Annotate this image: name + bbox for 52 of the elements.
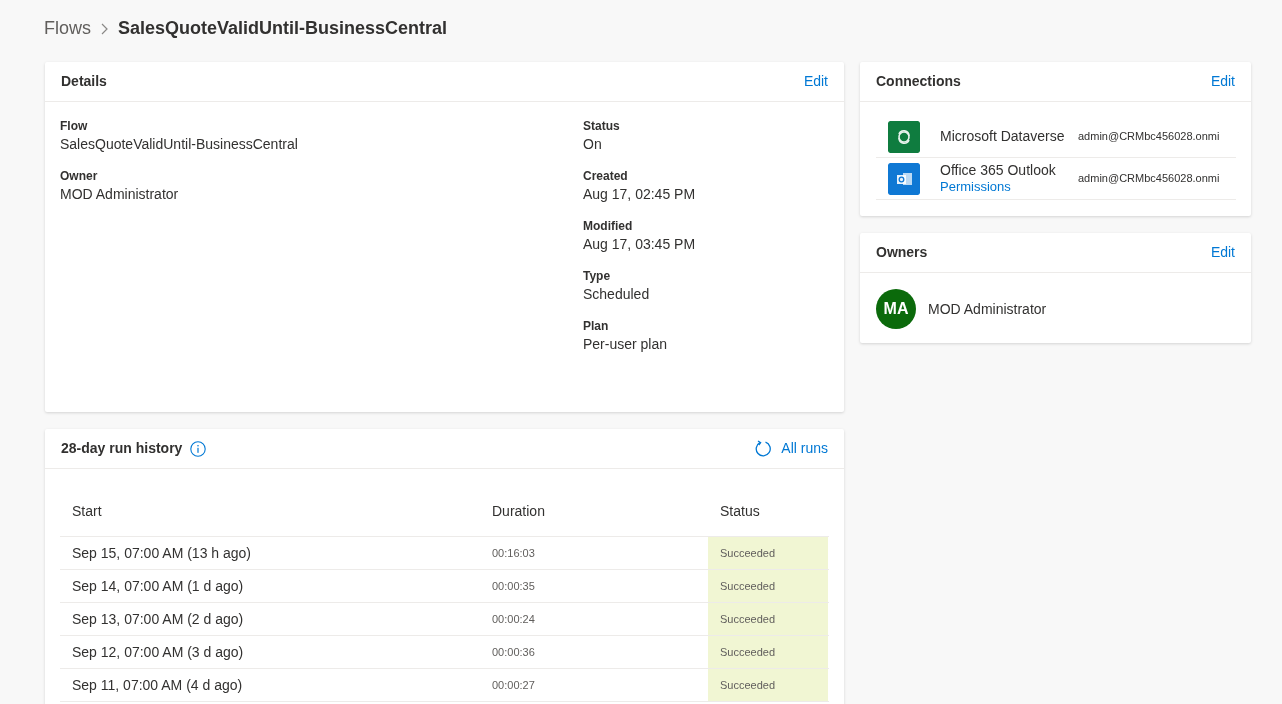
info-icon[interactable]	[190, 440, 207, 457]
status-cell: Succeeded	[708, 570, 828, 602]
card-title: 28-day run history	[61, 439, 183, 458]
connection-name: Office 365 Outlook	[940, 162, 1057, 179]
duration-cell-text: 00:00:36	[491, 644, 536, 660]
field-value: MOD Administrator	[60, 185, 180, 204]
account-email: admin@CRMbc456028.onmi	[1078, 171, 1220, 187]
edit-link[interactable]: Edit	[1210, 242, 1235, 263]
duration-cell-text: 00:00:35	[491, 578, 536, 594]
start-time-cell-text: Sep 12, 07:00 AM (3 d ago)	[71, 642, 245, 662]
column-header: Status	[719, 501, 761, 521]
start-time-cell-text: Sep 14, 07:00 AM (1 d ago)	[71, 576, 245, 596]
refresh-icon	[755, 439, 773, 458]
connection-name: Microsoft Dataverse	[940, 128, 1066, 145]
card-title: Owners	[876, 243, 928, 262]
start-time-cell-text: Sep 13, 07:00 AM (2 d ago)	[71, 609, 245, 629]
permissions-link[interactable]: Permissions	[940, 179, 1078, 195]
owner-name: MOD Administrator	[928, 299, 1047, 319]
card-title: Connections	[876, 72, 961, 91]
breadcrumb-link[interactable]: Flows	[44, 15, 91, 42]
status-cell: Succeeded	[708, 669, 828, 701]
field-value: Scheduled	[583, 285, 651, 304]
chevron-right-icon	[101, 22, 108, 35]
field-value: SalesQuoteValidUntil-BusinessCentral	[60, 135, 299, 154]
status-cell: Succeeded	[708, 603, 828, 635]
field-value: Aug 17, 02:45 PM	[583, 185, 697, 204]
field-label: Modified	[583, 218, 634, 234]
column-header: Duration	[491, 501, 546, 521]
avatar-initials: MA	[876, 289, 916, 329]
status-cell: Succeeded	[708, 636, 828, 668]
status-cell: Succeeded	[708, 537, 828, 569]
field-label: Plan	[583, 318, 610, 334]
duration-cell-text: 00:00:27	[491, 677, 536, 693]
account-email: admin@CRMbc456028.onmi	[1078, 129, 1220, 145]
field-label: Created	[583, 168, 629, 184]
start-time-cell-text: Sep 15, 07:00 AM (13 h ago)	[71, 543, 252, 563]
edit-link[interactable]: Edit	[803, 71, 828, 92]
field-label: Status	[583, 118, 621, 134]
field-label: Flow	[60, 118, 89, 134]
field-value: Aug 17, 03:45 PM	[583, 235, 697, 254]
card-title: Details	[61, 72, 107, 91]
field-value: Per-user plan	[583, 335, 669, 354]
duration-cell-text: 00:00:24	[491, 611, 536, 627]
start-time-cell-text: Sep 11, 07:00 AM (4 d ago)	[71, 675, 244, 695]
page-title: SalesQuoteValidUntil-BusinessCentral	[118, 17, 448, 40]
field-label: Type	[583, 268, 612, 284]
edit-link[interactable]: Edit	[1210, 71, 1235, 92]
column-header: Start	[71, 501, 103, 521]
field-label: Owner	[60, 168, 99, 184]
all-runs-link[interactable]: All runs	[755, 438, 828, 459]
field-value: On	[583, 135, 603, 154]
duration-cell-text: 00:16:03	[491, 545, 536, 561]
